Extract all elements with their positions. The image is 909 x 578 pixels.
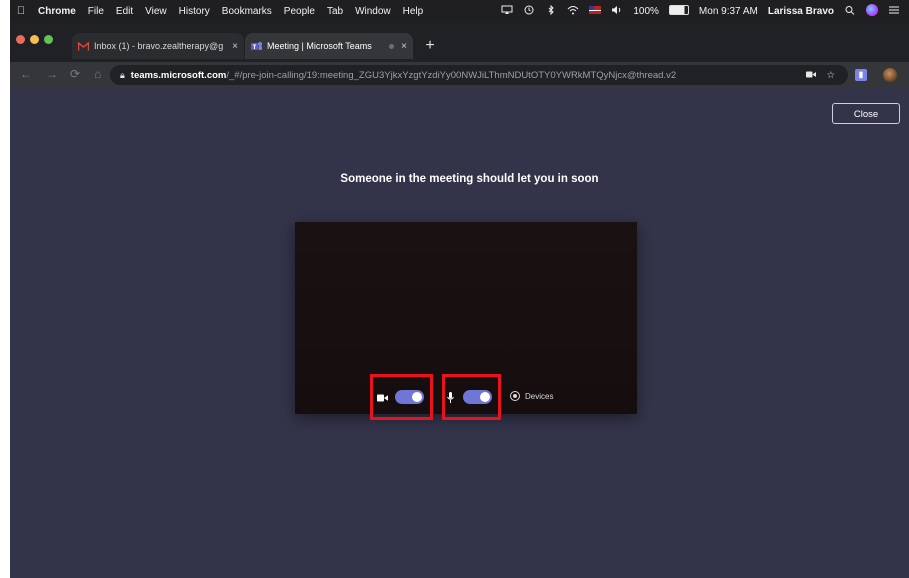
menu-window[interactable]: Window [349, 6, 397, 17]
tab-audio-indicator-icon [389, 43, 395, 49]
battery-icon[interactable] [664, 4, 694, 18]
menubar-status-area: 100% Mon 9:37 AM Larissa Bravo [496, 3, 909, 19]
window-close-icon[interactable] [16, 35, 25, 44]
tab-gmail-inbox[interactable]: Inbox (1) - bravo.zealtherapy@g × [72, 33, 244, 59]
menu-chrome[interactable]: Chrome [32, 6, 82, 17]
url-path: /_#/pre-join-calling/19:meeting_ZGU3Yjkx… [226, 69, 677, 81]
window-zoom-icon[interactable] [44, 35, 53, 44]
tab-title: Meeting | Microsoft Teams [267, 41, 372, 51]
teams-extension-icon[interactable]: ▮ [855, 69, 867, 81]
settings-gear-icon [510, 391, 520, 401]
screen:  Chrome File Edit View History Bookmark… [10, 0, 909, 578]
spotlight-search-icon[interactable] [839, 5, 861, 18]
profile-avatar[interactable] [883, 68, 897, 82]
tab-close-icon[interactable]: × [228, 41, 238, 52]
forward-arrow-icon[interactable]: → [46, 67, 58, 81]
lobby-message: Someone in the meeting should let you in… [340, 173, 599, 185]
close-button[interactable]: Close [832, 103, 900, 124]
lock-icon[interactable]: 🔒︎ [110, 70, 131, 81]
menu-tab[interactable]: Tab [321, 6, 349, 17]
browser-tab-strip: Inbox (1) - bravo.zealtherapy@g × Meetin… [10, 22, 909, 62]
apple-menu-icon[interactable]:  [10, 5, 32, 17]
teams-prejoin-page: Close Someone in the meeting should let … [10, 88, 909, 578]
home-icon[interactable]: ⌂ [94, 67, 101, 81]
tab-close-icon[interactable]: × [397, 41, 407, 52]
bluetooth-icon[interactable] [540, 4, 562, 18]
gmail-icon [78, 41, 89, 50]
wifi-icon[interactable] [562, 5, 584, 18]
address-bar[interactable]: 🔒︎ teams.microsoft.com /_#/pre-join-call… [110, 65, 848, 85]
menu-people[interactable]: People [278, 6, 321, 17]
mac-menubar:  Chrome File Edit View History Bookmark… [10, 0, 909, 22]
user-name[interactable]: Larissa Bravo [763, 6, 839, 17]
tab-teams-meeting[interactable]: Meeting | Microsoft Teams × [245, 33, 413, 59]
devices-button[interactable]: Devices [510, 391, 553, 401]
url-host: teams.microsoft.com [130, 69, 227, 81]
clock[interactable]: Mon 9:37 AM [694, 6, 763, 17]
new-tab-button[interactable]: + [420, 37, 440, 57]
notification-center-icon[interactable] [883, 5, 905, 18]
devices-label: Devices [525, 391, 554, 401]
reload-icon[interactable]: ⟳ [70, 67, 80, 81]
bookmark-star-icon[interactable]: ☆ [821, 70, 840, 81]
input-source-flag-icon[interactable] [584, 5, 606, 17]
battery-percent: 100% [633, 5, 659, 17]
menu-view[interactable]: View [139, 6, 173, 17]
browser-toolbar: ← → ⟳ ⌂ 🔒︎ teams.microsoft.com /_#/pre-j… [10, 62, 909, 88]
tab-title: Inbox (1) - bravo.zealtherapy@g [94, 41, 224, 51]
menu-history[interactable]: History [173, 6, 216, 17]
menu-edit[interactable]: Edit [110, 6, 139, 17]
volume-icon[interactable] [606, 5, 628, 18]
menu-file[interactable]: File [82, 6, 110, 17]
microphone-toggle-highlight-box [442, 374, 501, 420]
menu-bookmarks[interactable]: Bookmarks [216, 6, 278, 17]
camera-toggle-highlight-box [370, 374, 433, 420]
window-minimize-icon[interactable] [30, 35, 39, 44]
back-arrow-icon[interactable]: ← [20, 67, 32, 81]
time-machine-icon[interactable] [518, 5, 540, 18]
menu-help[interactable]: Help [397, 6, 430, 17]
teams-icon [251, 42, 262, 50]
airplay-icon[interactable] [496, 5, 518, 18]
camera-in-use-icon[interactable] [801, 70, 821, 81]
siri-icon[interactable] [861, 3, 883, 19]
